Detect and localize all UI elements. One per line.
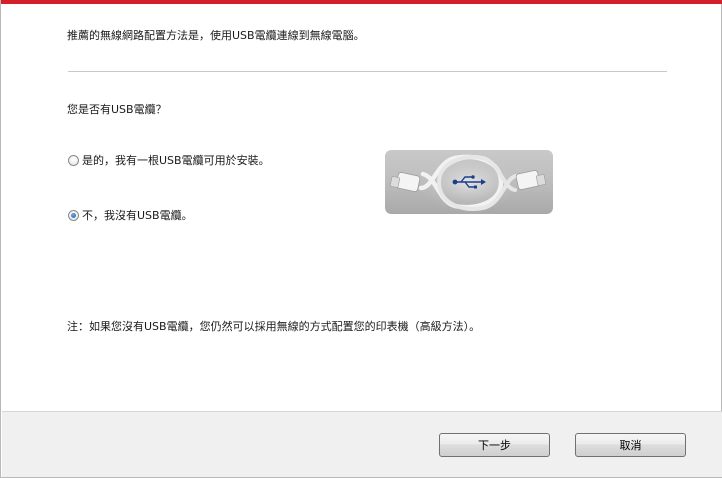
- installer-window: 推薦的無線網路配置方法是，使用USB電纜連線到無線電腦。 您是否有USB電纜？ …: [0, 0, 722, 478]
- radio-label-yes: 是的，我有一根USB電纜可用於安裝。: [82, 154, 270, 167]
- usb-cable-icon: [385, 150, 553, 214]
- usb-question: 您是否有USB電纜？: [67, 103, 167, 116]
- intro-text: 推薦的無線網路配置方法是，使用USB電纜連線到無線電腦。: [67, 29, 365, 42]
- radio-option-no[interactable]: 不，我沒有USB電纜。: [68, 208, 193, 222]
- radio-option-yes[interactable]: 是的，我有一根USB電纜可用於安裝。: [68, 153, 270, 167]
- note-text: 注：如果您沒有USB電纜，您仍然可以採用無線的方式配置您的印表機（高級方法）。: [67, 320, 481, 333]
- radio-label-no: 不，我沒有USB電纜。: [82, 209, 193, 222]
- radio-button-yes[interactable]: [68, 154, 79, 166]
- radio-button-no[interactable]: [68, 209, 79, 221]
- cancel-button[interactable]: 取消: [575, 433, 686, 457]
- divider: [68, 71, 667, 72]
- top-accent-bar: [1, 0, 722, 4]
- next-button[interactable]: 下一步: [439, 433, 550, 457]
